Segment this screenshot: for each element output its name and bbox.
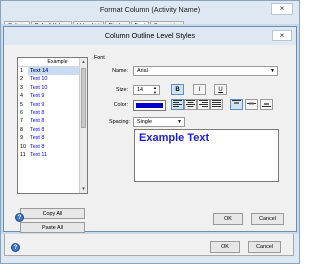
outline-level-styles-dialog: Column Outline Level Styles × Example 1T…: [3, 26, 297, 233]
dialog-ok-button[interactable]: OK: [213, 213, 243, 225]
preview-box: Example Text: [134, 129, 279, 182]
chevron-down-icon: ▼: [160, 102, 164, 107]
size-label: Size:: [116, 87, 128, 93]
outline-level-list[interactable]: Example 1 Text 14 2 Text 10 3 Text 10 4 Text…: [17, 57, 88, 194]
list-item[interactable]: 4 Text 9: [18, 92, 87, 100]
valign-bottom-icon[interactable]: [260, 99, 273, 110]
outer-cancel-button[interactable]: Cancel: [248, 241, 281, 253]
list-item[interactable]: 9 Text 8: [18, 134, 87, 142]
valign-middle-icon[interactable]: [245, 99, 258, 110]
spacing-select[interactable]: Single ▼: [133, 117, 185, 127]
help-icon[interactable]: ?: [15, 213, 24, 222]
list-scrollbar[interactable]: ▲ ▼: [79, 58, 87, 193]
underline-button[interactable]: U: [214, 84, 227, 95]
level-number: 2: [20, 76, 23, 83]
outer-close-button[interactable]: ×: [271, 3, 293, 15]
scroll-up-icon[interactable]: ▲: [80, 58, 87, 66]
list-item[interactable]: 2 Text 10: [18, 75, 87, 83]
level-number: 11: [20, 151, 26, 158]
align-left-icon[interactable]: [171, 99, 184, 110]
align-justify-icon[interactable]: [210, 99, 223, 110]
list-item[interactable]: 11 Text 11: [18, 151, 87, 159]
align-center-icon[interactable]: [184, 99, 197, 110]
list-item[interactable]: 8 Text 8: [18, 126, 87, 134]
dialog-title: Column Outline Level Styles: [4, 27, 296, 45]
level-number: 7: [20, 118, 23, 125]
copy-all-button[interactable]: Copy All: [20, 208, 85, 219]
scroll-down-icon[interactable]: ▼: [80, 185, 87, 193]
dialog-close-button[interactable]: ×: [272, 30, 292, 41]
level-number: 5: [20, 101, 23, 108]
font-name-value: Arial: [137, 68, 148, 74]
valign-top-icon[interactable]: [230, 99, 243, 110]
dialog-cancel-button[interactable]: Cancel: [251, 213, 284, 225]
list-header: Example: [18, 58, 87, 67]
list-item[interactable]: 1 Text 14: [18, 67, 87, 76]
level-number: 6: [20, 109, 23, 116]
font-size-value: 14: [137, 87, 143, 93]
spin-arrows-icon[interactable]: ▲ ▼: [152, 85, 158, 95]
level-number: 10: [20, 143, 26, 150]
chevron-down-icon: ▼: [270, 68, 275, 74]
help-icon[interactable]: ?: [11, 243, 20, 252]
outer-window-title: Format Column (Activity Name): [99, 5, 201, 14]
list-item[interactable]: 10 Text 8: [18, 143, 87, 151]
outer-ok-button[interactable]: OK: [210, 241, 240, 253]
spacing-label: Spacing:: [109, 119, 130, 125]
bold-button[interactable]: B: [171, 84, 184, 95]
align-right-icon[interactable]: [197, 99, 210, 110]
list-item[interactable]: 7 Text 8: [18, 117, 87, 125]
list-item[interactable]: 3 Text 10: [18, 84, 87, 92]
chevron-down-icon: ▼: [177, 119, 182, 125]
italic-label: I: [198, 87, 201, 93]
color-swatch: [136, 103, 163, 108]
underline-label: U: [218, 87, 223, 93]
level-number: 8: [20, 126, 23, 133]
font-name-select[interactable]: Arial ▼: [133, 66, 278, 76]
list-item[interactable]: 6 Text 8: [18, 109, 87, 117]
paste-all-button[interactable]: Paste All: [20, 222, 85, 233]
scroll-thumb[interactable]: [81, 68, 86, 128]
list-item[interactable]: 5 Text 9: [18, 101, 87, 109]
preview-text: Example Text: [139, 132, 210, 144]
spacing-value: Single: [137, 119, 152, 125]
level-number: 1: [20, 68, 23, 74]
bold-label: B: [175, 87, 180, 93]
color-picker[interactable]: ▼: [133, 100, 166, 111]
color-label: Color:: [113, 102, 128, 108]
level-number: 4: [20, 93, 23, 100]
level-number: 3: [20, 84, 23, 91]
italic-button[interactable]: I: [193, 84, 206, 95]
font-size-spinner[interactable]: 14 ▲ ▼: [133, 85, 160, 95]
name-label: Name:: [112, 68, 128, 74]
level-number: 9: [20, 135, 23, 142]
font-group-label: Font: [94, 55, 105, 61]
